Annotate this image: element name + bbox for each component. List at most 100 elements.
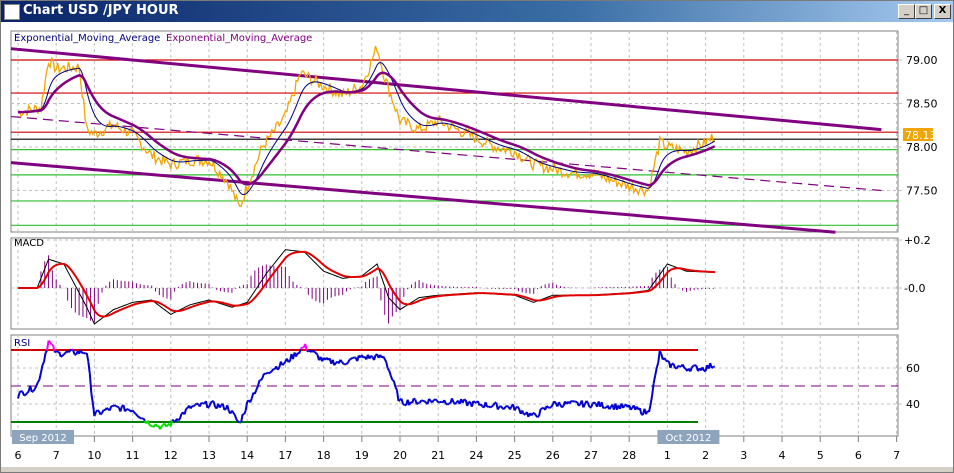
rsi-line-segment: [629, 407, 634, 411]
rsi-line-segment: [171, 418, 175, 422]
rsi-line-segment: [260, 377, 264, 381]
rsi-line-segment: [49, 341, 53, 346]
rsi-line-segment: [105, 407, 109, 410]
rsi-line-segment: [165, 424, 169, 428]
rsi-line-segment: [312, 349, 316, 353]
rsi-line-segment: [270, 368, 275, 372]
rsi-line-segment: [553, 400, 557, 404]
rsi-line-segment: [558, 401, 562, 406]
rsi-line-segment: [568, 400, 572, 404]
rsi-line-segment: [694, 364, 697, 367]
rsi-line-segment: [370, 354, 374, 358]
rsi-line-segment: [590, 403, 594, 408]
rsi-line-segment: [677, 364, 680, 368]
x-tick-label: 6: [855, 449, 862, 462]
rsi-line-segment: [513, 406, 518, 411]
rsi-line-segment: [235, 419, 239, 423]
rsi-line-segment: [55, 350, 59, 354]
rsi-line-segment: [533, 412, 537, 417]
rsi-line-segment: [96, 409, 100, 413]
rsi-line-segment: [491, 404, 494, 408]
panel-frame-1: [10, 237, 899, 330]
legend-ema-fast: Exponential_Moving_Average: [14, 33, 160, 44]
rsi-line-segment: [185, 407, 189, 410]
price-tick-label: 77.50: [906, 185, 938, 198]
rsi-line-segment: [509, 405, 513, 410]
rsi-line-segment: [33, 385, 38, 390]
rsi-line-segment: [237, 420, 241, 424]
rsi-line-segment: [223, 408, 227, 411]
rsi-line-segment: [209, 400, 213, 404]
rsi-line-segment: [530, 412, 534, 417]
rsi-line-segment: [461, 398, 466, 404]
rsi-line-segment: [37, 379, 41, 383]
x-tick-label: 21: [431, 449, 445, 462]
rsi-line-segment: [443, 399, 447, 405]
rsi-line-segment: [549, 406, 552, 409]
rsi-line-segment: [101, 409, 105, 414]
rsi-line-segment: [299, 346, 303, 350]
rsi-line-segment: [347, 359, 351, 364]
rsi-line-segment: [44, 349, 48, 354]
rsi-line-segment: [159, 425, 163, 430]
rsi-line-segment: [99, 412, 103, 416]
rsi-line-segment: [382, 355, 386, 360]
macd-title: MACD: [14, 238, 44, 249]
x-tick-label: 3: [740, 449, 747, 462]
rsi-line-segment: [343, 362, 346, 366]
x-tick-label: 6: [15, 449, 22, 462]
rsi-line-segment: [339, 359, 343, 363]
chart-canvas[interactable]: 79.0078.5078.0077.50+0.2-0.060406 7 10 11 12…: [0, 0, 954, 473]
rsi-line-segment: [131, 409, 135, 414]
price-tick-label: 79.00: [906, 54, 938, 67]
rsi-line-segment: [134, 413, 138, 417]
x-tick-label: 4: [779, 449, 786, 462]
rsi-line-segment: [397, 399, 401, 402]
x-tick-label: 28: [622, 449, 636, 462]
rsi-line-segment: [31, 390, 34, 393]
rsi-line-segment: [243, 410, 247, 415]
rsi-line-segment: [500, 405, 504, 409]
rsi-line-segment: [35, 381, 39, 387]
rsi-line-segment: [115, 405, 118, 408]
x-tick-label: 24: [469, 449, 483, 462]
rsi-line-segment: [416, 401, 420, 405]
rsi-line-segment: [570, 399, 574, 403]
rsi-line-segment: [281, 363, 285, 366]
rsi-line-segment: [138, 416, 141, 419]
rsi-line-segment: [154, 423, 158, 428]
rsi-line-segment: [561, 405, 565, 409]
rsi-line-segment: [658, 350, 663, 355]
rsi-line-segment: [253, 389, 258, 395]
rsi-line-segment: [218, 404, 223, 409]
rsi-line-segment: [516, 406, 521, 410]
rsi-line-segment: [585, 400, 589, 404]
rsi-line-segment: [550, 404, 554, 408]
rsi-line-segment: [446, 402, 450, 406]
rsi-line-segment: [480, 403, 484, 408]
rsi-line-segment: [60, 355, 63, 358]
x-tick-label: 12: [164, 449, 178, 462]
rsi-line-segment: [496, 406, 501, 411]
month-label: Sep 2012: [19, 433, 66, 444]
rsi-line-segment: [428, 398, 432, 402]
rsi-line-segment: [127, 408, 130, 411]
rsi-line-segment: [148, 424, 152, 427]
rsi-line-segment: [582, 403, 586, 408]
rsi-line-segment: [665, 359, 668, 363]
rsi-line-segment: [622, 405, 626, 409]
x-tick-label: 7: [893, 449, 900, 462]
rsi-line-segment: [315, 352, 319, 356]
rsi-line-segment: [269, 370, 273, 374]
rsi-line-segment: [431, 399, 435, 404]
rsi-line-segment: [20, 390, 24, 393]
x-tick-label: 18: [317, 449, 331, 462]
rsi-line-segment: [492, 402, 496, 406]
rsi-tick-label: 40: [906, 398, 920, 411]
macd-tick-label: +0.2: [904, 234, 931, 247]
x-tick-label: 2: [702, 449, 709, 462]
x-tick-label: 20: [393, 449, 407, 462]
rsi-line-segment: [463, 398, 467, 401]
rsi-line-segment: [283, 360, 287, 365]
rsi-line-segment: [663, 357, 667, 362]
